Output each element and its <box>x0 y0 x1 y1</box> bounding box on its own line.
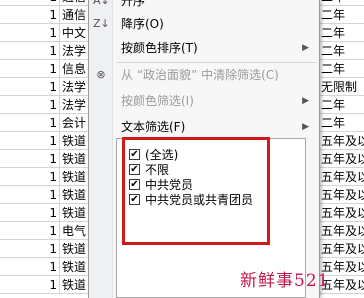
cell-duration[interactable]: 五年及以 <box>318 204 364 222</box>
cell-number[interactable]: 1 <box>0 168 60 186</box>
cell-number[interactable]: 1 <box>0 60 60 78</box>
cell-number[interactable]: 1 <box>0 258 60 276</box>
cell-number[interactable]: 1 <box>0 96 60 114</box>
cell-duration[interactable]: 二年 <box>318 42 364 60</box>
menu-item-label: 按颜色筛选(I) <box>121 94 194 108</box>
cell-duration[interactable]: 五年及以 <box>318 222 364 240</box>
submenu-arrow-icon: ▶ <box>302 96 309 106</box>
cell-number[interactable]: 1 <box>0 6 60 24</box>
red-highlight-box <box>122 137 270 245</box>
cell-duration[interactable]: 二年 <box>318 6 364 24</box>
cell-number[interactable]: 1 <box>0 222 60 240</box>
submenu-arrow-icon: ▶ <box>302 43 309 53</box>
cell-number[interactable]: 1 <box>0 204 60 222</box>
watermark: 新鲜事521 <box>240 271 330 291</box>
clear-filter-icon: ⊗ <box>96 68 106 81</box>
cell-duration[interactable]: 无限制 <box>318 78 364 96</box>
sort-ascending-icon: A↓ <box>93 0 110 7</box>
cell-number[interactable]: 1 <box>0 78 60 96</box>
cell-number[interactable]: 1 <box>0 114 60 132</box>
menu-item-sort-descending[interactable]: Z↓ 降序(O) <box>89 13 321 35</box>
menu-item-text-filter[interactable]: 文本筛选(F) ▶ <box>89 116 321 138</box>
menu-item-label: 按颜色排序(T) <box>121 41 198 55</box>
cell-duration[interactable]: 二年 <box>318 60 364 78</box>
menu-item-label: 从 “政治面貌” 中清除筛选(C) <box>121 68 279 82</box>
menu-item-filter-by-color[interactable]: 按颜色筛选(I) ▶ <box>89 90 321 112</box>
cell-duration[interactable]: 二年 <box>318 96 364 114</box>
menu-item-sort-ascending[interactable]: A↓ 升序 <box>89 0 321 12</box>
cell-duration[interactable]: 五年及以 <box>318 168 364 186</box>
menu-separator <box>117 62 317 63</box>
cell-number[interactable]: 1 <box>0 42 60 60</box>
cell-duration[interactable]: 五年及以 <box>318 132 364 150</box>
cell-duration[interactable]: 五年及以 <box>318 240 364 258</box>
cell-number[interactable]: 1 <box>0 150 60 168</box>
menu-item-label: 降序(O) <box>121 17 164 31</box>
menu-item-label: 升序 <box>121 0 146 8</box>
cell-number[interactable]: 1 <box>0 24 60 42</box>
cell-number[interactable]: 1 <box>0 132 60 150</box>
cell-duration[interactable]: 五年及以 <box>318 186 364 204</box>
menu-item-sort-by-color[interactable]: 按颜色排序(T) ▶ <box>89 37 321 59</box>
sort-descending-icon: Z↓ <box>93 17 110 30</box>
cell-duration[interactable]: 二年 <box>318 114 364 132</box>
cell-duration[interactable]: 五年及以 <box>318 150 364 168</box>
submenu-arrow-icon: ▶ <box>302 122 309 132</box>
menu-item-label: 文本筛选(F) <box>121 120 186 134</box>
cell-number[interactable]: 1 <box>0 276 60 294</box>
cell-number[interactable]: 1 <box>0 186 60 204</box>
cell-number[interactable]: 1 <box>0 240 60 258</box>
cell-duration[interactable]: 二年 <box>318 24 364 42</box>
menu-item-clear-filter[interactable]: ⊗ 从 “政治面貌” 中清除筛选(C) <box>89 64 321 86</box>
